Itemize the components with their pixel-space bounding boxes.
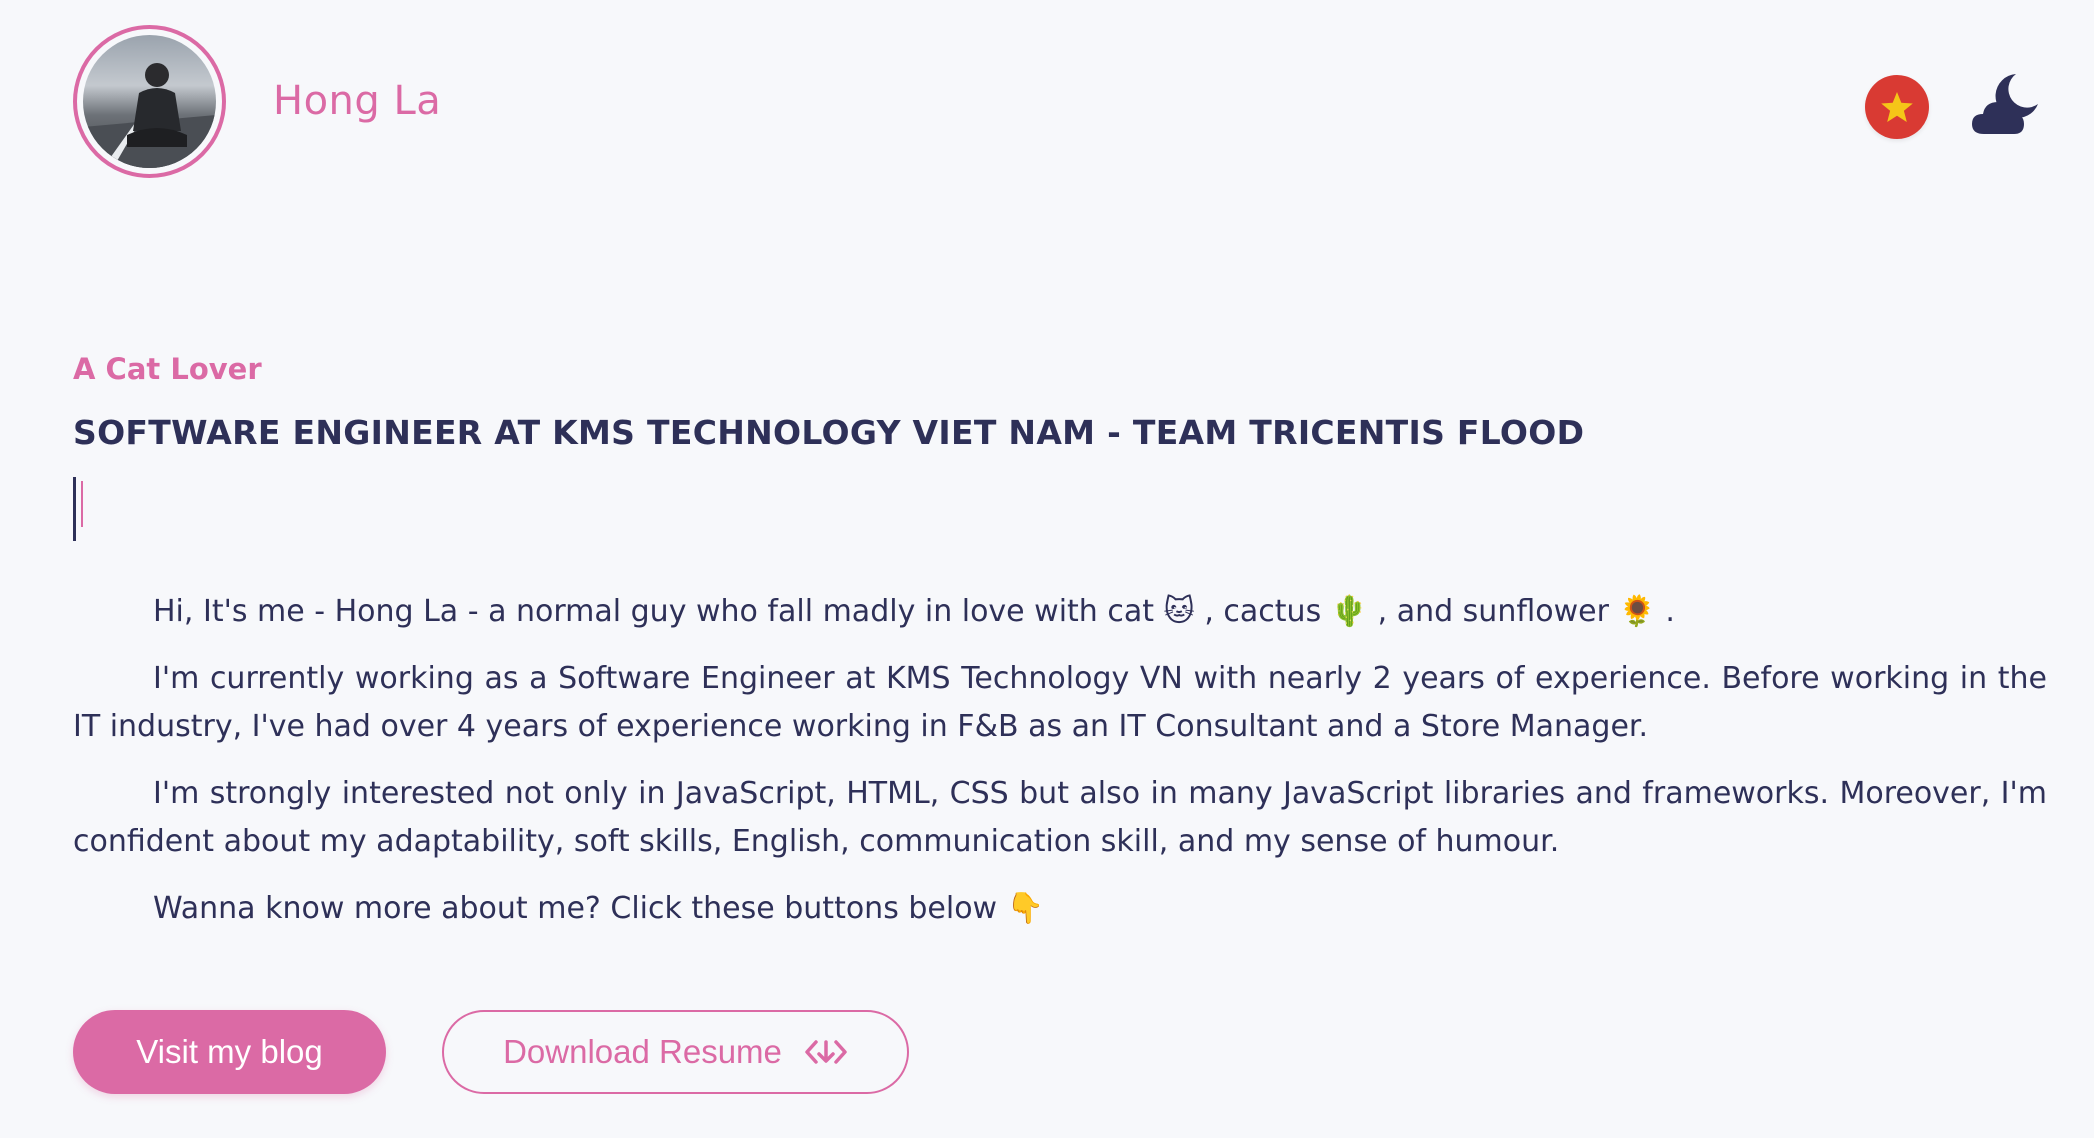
site-name[interactable]: Hong La [273,78,441,124]
theme-toggle-button[interactable] [1970,70,2042,142]
download-resume-button[interactable]: Download Resume [442,1010,909,1094]
language-toggle-button[interactable] [1865,75,1929,139]
vietnam-flag-icon [1881,92,1913,122]
bio-paragraph-intro: Hi, It's me - Hong La - a normal guy who… [153,594,1675,629]
profile-photo [83,35,216,168]
typing-cursor [73,477,87,541]
download-arrows-icon [805,1040,847,1064]
avatar[interactable] [73,25,226,178]
download-resume-label: Download Resume [503,1033,782,1070]
moon-cloud-icon [1972,74,2038,134]
visit-blog-label: Visit my blog [136,1033,323,1070]
job-title: SOFTWARE ENGINEER AT KMS TECHNOLOGY VIET… [73,413,1585,452]
cursor-accent-line [81,481,83,527]
visit-blog-button[interactable]: Visit my blog [73,1010,386,1094]
site-header: Hong La [0,0,2094,220]
bio-paragraph-work: I'm currently working as a Software Engi… [73,661,2047,744]
tagline: A Cat Lover [73,352,262,386]
cursor-line [73,477,76,541]
bio-paragraph-skills: I'm strongly interested not only in Java… [73,776,2047,859]
bio-section: Hi, It's me - Hong La - a normal guy who… [73,588,2047,952]
bio-paragraph-cta: Wanna know more about me? Click these bu… [153,891,1044,926]
